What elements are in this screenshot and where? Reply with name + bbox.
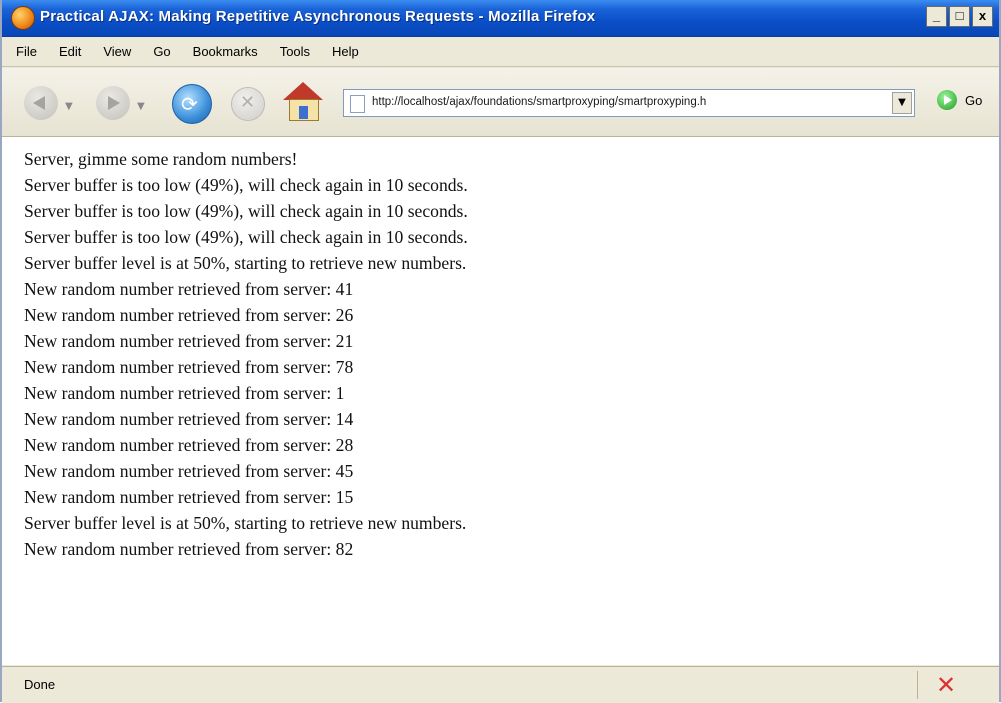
- go-icon: [937, 90, 957, 110]
- url-history-dropdown-button[interactable]: ▼: [892, 92, 912, 114]
- reload-icon[interactable]: ⟳: [172, 84, 212, 124]
- log-line: Server buffer level is at 50%, starting …: [24, 253, 467, 273]
- window-controls: _ □ x: [926, 6, 993, 27]
- menu-bar: File Edit View Go Bookmarks Tools Help: [2, 37, 999, 67]
- browser-window: Practical AJAX: Making Repetitive Asynch…: [0, 0, 1001, 703]
- minimize-button[interactable]: _: [926, 6, 947, 27]
- menu-bookmarks[interactable]: Bookmarks: [193, 44, 258, 59]
- forward-arrow-icon[interactable]: [96, 86, 130, 120]
- close-button[interactable]: x: [972, 6, 993, 27]
- firefox-logo-icon: [11, 6, 35, 30]
- log-line: Server buffer is too low (49%), will che…: [24, 175, 468, 195]
- back-arrow-icon[interactable]: [24, 86, 58, 120]
- forward-history-dropdown-icon[interactable]: ▼: [137, 101, 145, 112]
- menu-file[interactable]: File: [16, 44, 37, 59]
- log-line: Server buffer is too low (49%), will che…: [24, 201, 468, 221]
- status-text: Done: [24, 677, 56, 692]
- log-line: New random number retrieved from server:…: [24, 383, 345, 403]
- back-history-dropdown-icon[interactable]: ▼: [65, 101, 73, 112]
- window-title: Practical AJAX: Making Repetitive Asynch…: [40, 8, 596, 25]
- home-icon[interactable]: [281, 82, 325, 122]
- log-line: New random number retrieved from server:…: [24, 487, 354, 507]
- menu-tools[interactable]: Tools: [280, 44, 310, 59]
- log-line: New random number retrieved from server:…: [24, 305, 354, 325]
- log-line: Server buffer level is at 50%, starting …: [24, 513, 467, 533]
- error-x-icon[interactable]: ✕: [936, 673, 956, 697]
- menu-view[interactable]: View: [103, 44, 131, 59]
- log-line: New random number retrieved from server:…: [24, 461, 354, 481]
- stop-icon[interactable]: ✕: [231, 87, 265, 121]
- go-button[interactable]: Go: [937, 90, 982, 110]
- log-line: Server buffer is too low (49%), will che…: [24, 227, 468, 247]
- maximize-button[interactable]: □: [949, 6, 970, 27]
- navigation-toolbar: ▼ ▼ ⟳ ✕ http://localhost/ajax/foundation…: [2, 68, 999, 137]
- url-text[interactable]: http://localhost/ajax/foundations/smartp…: [372, 96, 886, 108]
- status-panel: ✕: [917, 671, 978, 699]
- menu-go[interactable]: Go: [153, 44, 170, 59]
- page-content: Server, gimme some random numbers! Serve…: [2, 137, 999, 665]
- log-line: New random number retrieved from server:…: [24, 331, 354, 351]
- address-bar[interactable]: http://localhost/ajax/foundations/smartp…: [343, 89, 915, 117]
- go-label: Go: [965, 92, 983, 108]
- log-line: New random number retrieved from server:…: [24, 435, 354, 455]
- menu-edit[interactable]: Edit: [59, 44, 81, 59]
- log-line: New random number retrieved from server:…: [24, 409, 354, 429]
- title-bar[interactable]: Practical AJAX: Making Repetitive Asynch…: [2, 0, 999, 37]
- menu-help[interactable]: Help: [332, 44, 359, 59]
- log-line: New random number retrieved from server:…: [24, 357, 354, 377]
- log-line: Server, gimme some random numbers!: [24, 149, 298, 169]
- log-line: New random number retrieved from server:…: [24, 279, 354, 299]
- status-bar: Done ✕: [2, 666, 999, 703]
- page-icon: [350, 95, 365, 113]
- log-line: New random number retrieved from server:…: [24, 539, 354, 559]
